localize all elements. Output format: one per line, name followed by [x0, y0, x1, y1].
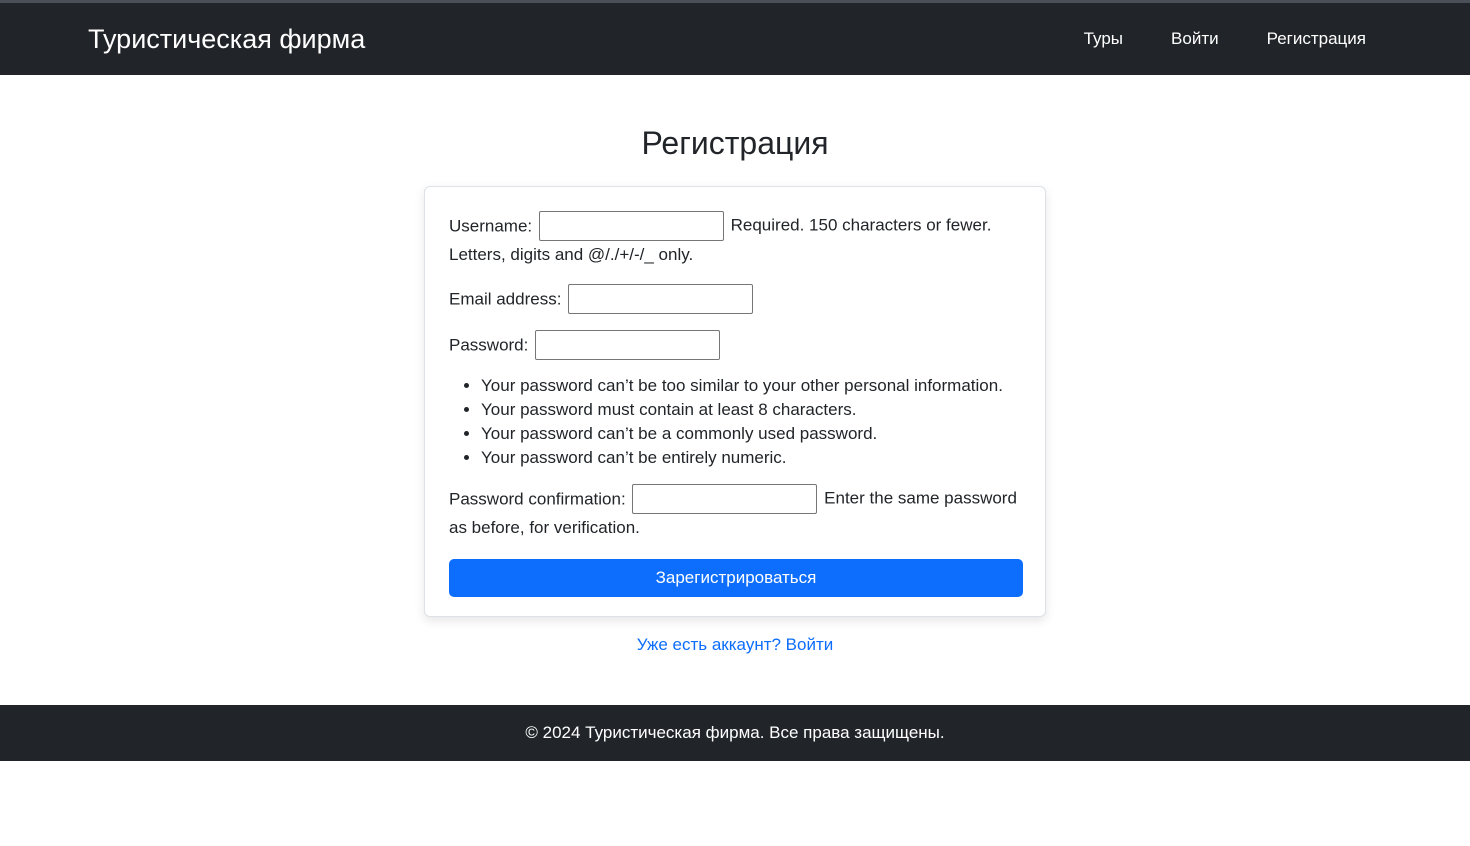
login-link-container: Уже есть аккаунт? Войти — [0, 635, 1470, 655]
register-button[interactable]: Зарегистрироваться — [449, 559, 1023, 597]
navbar: Туристическая фирма Туры Войти Регистрац… — [0, 3, 1470, 75]
username-label: Username: — [449, 216, 533, 236]
password-rule-item: Your password can’t be entirely numeric. — [481, 446, 1021, 470]
password-label: Password: — [449, 335, 529, 355]
username-field-group: Username: Required. 150 characters or fe… — [449, 211, 1021, 268]
page-title: Регистрация — [641, 125, 829, 161]
email-input[interactable] — [568, 284, 754, 314]
password-field-group: Password: — [449, 330, 1021, 360]
nav-login-link[interactable]: Войти — [1171, 29, 1219, 49]
username-input[interactable] — [538, 211, 724, 241]
registration-form: Username: Required. 150 characters or fe… — [424, 186, 1046, 617]
nav-links: Туры Войти Регистрация — [1036, 29, 1366, 49]
nav-tours-link[interactable]: Туры — [1084, 29, 1123, 49]
login-link[interactable]: Уже есть аккаунт? Войти — [637, 635, 834, 654]
password-confirmation-input[interactable] — [632, 484, 818, 514]
password-confirmation-label: Password confirmation: — [449, 489, 626, 509]
nav-register-link[interactable]: Регистрация — [1267, 29, 1366, 49]
email-label: Email address: — [449, 289, 562, 309]
brand-link[interactable]: Туристическая фирма — [88, 24, 365, 55]
password-confirmation-field-group: Password confirmation: Enter the same pa… — [449, 484, 1021, 541]
password-rule-item: Your password must contain at least 8 ch… — [481, 398, 1021, 422]
password-rule-item: Your password can’t be a commonly used p… — [481, 422, 1021, 446]
password-rule-item: Your password can’t be too similar to yo… — [481, 374, 1021, 398]
footer: © 2024 Туристическая фирма. Все права за… — [0, 705, 1470, 761]
main-content: Регистрация Username: Required. 150 char… — [0, 75, 1470, 705]
password-rules-list: Your password can’t be too similar to yo… — [481, 374, 1021, 470]
email-field-group: Email address: — [449, 284, 1021, 314]
footer-text: © 2024 Туристическая фирма. Все права за… — [525, 723, 945, 742]
password-input[interactable] — [535, 330, 721, 360]
